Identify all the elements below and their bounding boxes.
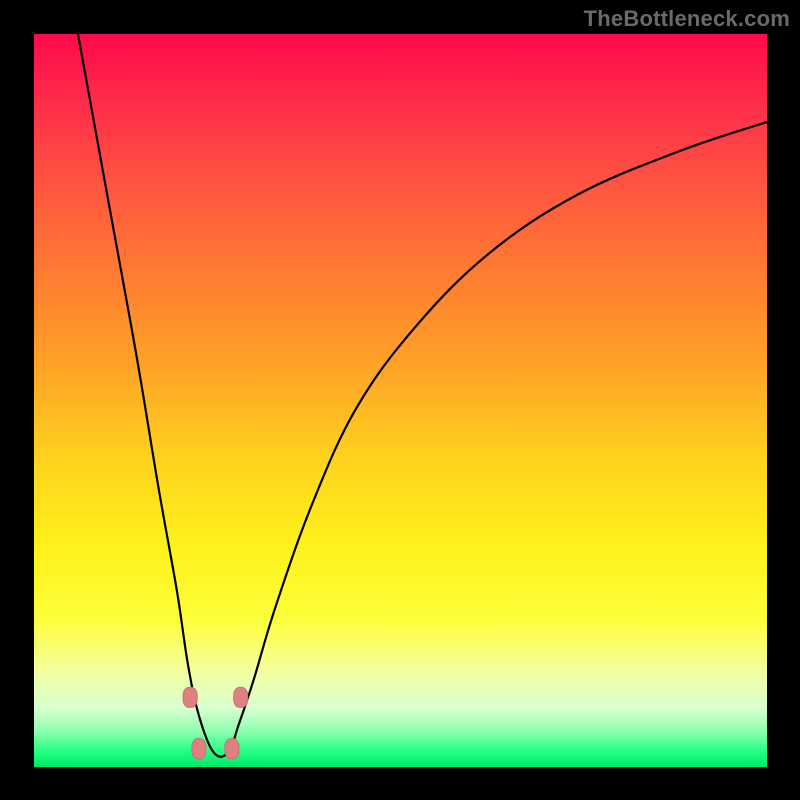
chart-svg [34,34,767,767]
curve-marker [234,687,248,707]
bottleneck-curve [78,34,767,757]
curve-markers [183,687,248,758]
curve-marker [183,687,197,707]
watermark-text: TheBottleneck.com [584,6,790,32]
curve-marker [225,739,239,759]
curve-marker [192,739,206,759]
plot-area [34,34,767,767]
